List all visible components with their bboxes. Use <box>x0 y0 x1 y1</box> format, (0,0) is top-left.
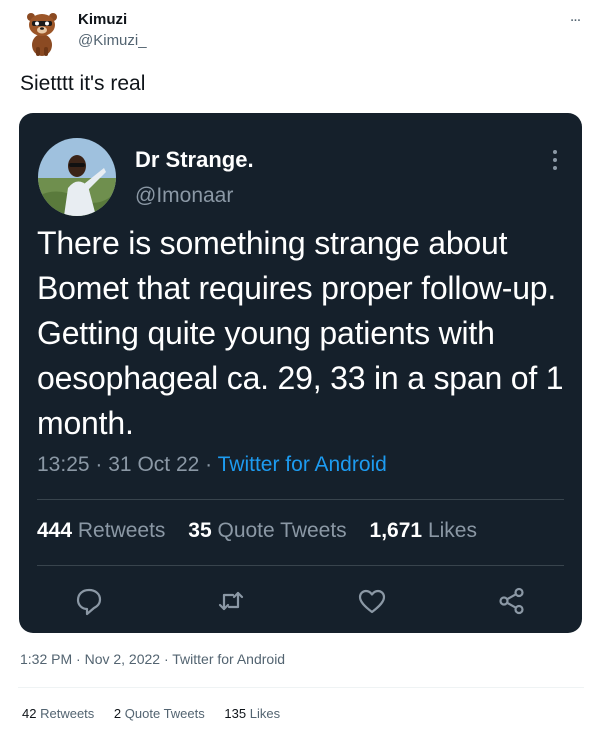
user-avatar[interactable] <box>22 9 62 57</box>
tweet-stats: 42 Retweets 2 Quote Tweets 135 Likes <box>22 706 296 721</box>
quoted-author-handle[interactable]: @Imonaar <box>135 184 233 208</box>
quoted-author-name[interactable]: Dr Strange. <box>135 147 254 173</box>
quote-tweets-count: 2 <box>113 706 122 721</box>
retweets-count: 444 <box>37 519 73 542</box>
retweet-icon[interactable] <box>215 585 247 617</box>
reply-icon[interactable] <box>73 585 105 617</box>
like-icon[interactable] <box>356 585 388 617</box>
likes-count: 1,671 <box>369 519 423 542</box>
tweet-screenshot: Kimuzi @Kimuzi_ ... Sietttt it's real Dr… <box>0 0 609 734</box>
quote-tweets-stat[interactable]: 2 Quote Tweets <box>114 706 205 721</box>
quoted-tweet-text: There is something strange about Bomet t… <box>37 225 564 441</box>
tweet-text: Sietttt it's real <box>20 72 146 95</box>
likes-label: Likes <box>427 519 477 542</box>
quoted-tweet-time: 13:25 <box>37 453 90 476</box>
quoted-tweet-source-link[interactable]: Twitter for Android <box>218 453 387 476</box>
meta-separator: · <box>205 453 213 476</box>
quoted-tweet-stats: 444 Retweets 35 Quote Tweets 1,671 Likes <box>37 519 494 543</box>
quote-tweets-stat[interactable]: 35 Quote Tweets <box>188 519 346 542</box>
quote-tweets-count: 35 <box>188 519 212 542</box>
quoted-more-options-icon[interactable] <box>543 146 567 176</box>
meta-separator: · <box>95 453 103 476</box>
quoted-tweet-card[interactable]: Dr Strange. @Imonaar There is something … <box>19 113 582 633</box>
quote-tweets-label: Quote Tweets <box>124 706 205 721</box>
share-icon[interactable] <box>496 585 528 617</box>
likes-stat[interactable]: 1,671 Likes <box>370 519 477 542</box>
divider <box>18 687 584 688</box>
retweets-label: Retweets <box>77 519 166 542</box>
quoted-tweet-meta: 13:25 · 31 Oct 22 · Twitter for Android <box>37 453 387 477</box>
tweet-actions-bar <box>19 583 582 619</box>
author-name[interactable]: Kimuzi <box>78 11 127 28</box>
tweet-timestamp[interactable]: 1:32 PM · Nov 2, 2022 · Twitter for Andr… <box>20 651 285 667</box>
quoted-tweet-date[interactable]: 31 Oct 22 <box>108 453 199 476</box>
likes-count: 135 <box>224 706 247 721</box>
retweets-stat[interactable]: 42 Retweets <box>22 706 94 721</box>
quote-tweets-label: Quote Tweets <box>217 519 347 542</box>
likes-label: Likes <box>249 706 281 721</box>
quoted-author-avatar[interactable] <box>38 138 116 216</box>
retweets-count: 42 <box>22 706 37 721</box>
retweets-stat[interactable]: 444 Retweets <box>37 519 165 542</box>
likes-stat[interactable]: 135 Likes <box>224 706 280 721</box>
retweets-label: Retweets <box>40 706 95 721</box>
divider <box>37 499 564 500</box>
more-options-icon[interactable]: ... <box>562 8 588 28</box>
author-handle[interactable]: @Kimuzi_ <box>78 32 147 49</box>
divider <box>37 565 564 566</box>
